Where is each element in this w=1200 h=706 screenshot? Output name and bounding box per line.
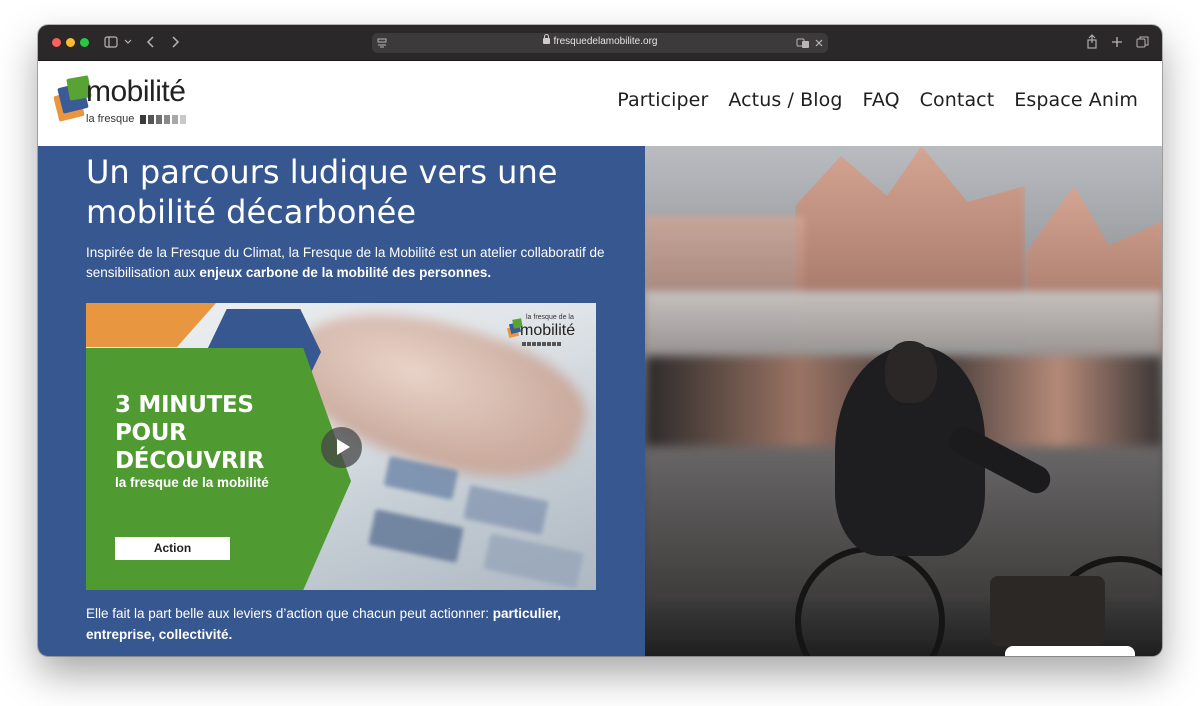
back-icon[interactable] [146,34,156,50]
logo-wordmark: mobilité [86,75,186,108]
chevron-down-icon[interactable] [124,34,132,50]
hero-intro: Inspirée de la Fresque du Climat, la Fre… [86,243,606,283]
video-logo-bar [542,342,546,346]
logo-bar [148,115,154,124]
video-title: 3 MINUTES POUR DÉCOUVRIR [115,391,264,475]
logo-bar [140,115,146,124]
logo-bars [140,115,186,124]
zoom-window-button[interactable] [80,38,89,47]
hero-photo-cyclist [645,146,1162,656]
video-title-line: POUR [115,420,187,446]
url-label: fresquedelamobilite.org [553,36,658,47]
video-logo-bar [527,342,531,346]
video-title-line: 3 MINUTES [115,392,254,418]
video-subtitle: la fresque de la mobilité [115,475,269,490]
url-text: fresquedelamobilite.org [372,34,828,47]
video-logo-bar [547,342,551,346]
tab-overview-icon[interactable] [1136,34,1149,50]
video-logo-bar [552,342,556,346]
action-button[interactable]: Action [115,537,230,560]
play-icon[interactable] [321,427,362,468]
video-logo-bars [522,342,561,346]
logo-subtitle: la fresque [86,113,135,125]
logo-bar [180,115,186,124]
translate-icon[interactable] [796,35,810,51]
browser-window: fresquedelamobilite.org mobilité la fres… [38,25,1162,656]
logo-bar [156,115,162,124]
hero-footer-text: Elle fait la part belle aux leviers d’ac… [86,603,606,645]
site-logo[interactable]: mobilité la fresque [53,75,214,131]
video-logo-bar [532,342,536,346]
logo-bar [164,115,170,124]
nav-faq[interactable]: FAQ [863,89,900,111]
photo-bike-bag [990,576,1105,646]
video-title-line: DÉCOUVRIR [115,448,264,474]
main-nav: Participer Actus / Blog FAQ Contact Espa… [617,89,1138,111]
new-tab-icon[interactable] [1111,34,1123,50]
video-logo-word: mobilité [520,322,576,339]
hero-footer-plain: Elle fait la part belle aux leviers d’ac… [86,606,493,621]
close-window-button[interactable] [52,38,61,47]
hero-text-panel: Un parcours ludique vers une mobilité dé… [38,146,645,656]
hero-section: Un parcours ludique vers une mobilité dé… [38,146,1162,656]
share-icon[interactable] [1086,34,1098,50]
browser-toolbar: fresquedelamobilite.org [38,25,1162,61]
nav-espace-anim[interactable]: Espace Anim [1014,89,1138,111]
lock-icon [542,34,550,44]
logo-bar [172,115,178,124]
close-icon[interactable] [814,35,824,51]
hero-intro-emphasis: enjeux carbone de la mobilité des person… [199,265,492,280]
floating-card-edge[interactable] [1005,646,1135,656]
video-player[interactable]: 3 MINUTES POUR DÉCOUVRIR la fresque de l… [86,303,596,590]
video-logo-bar [537,342,541,346]
forward-icon[interactable] [170,34,180,50]
minimize-window-button[interactable] [66,38,75,47]
site-header: mobilité la fresque Participer Actus / B… [38,61,1162,146]
hero-title: Un parcours ludique vers une mobilité dé… [86,153,558,231]
video-logo: la fresque de la mobilité [504,313,590,349]
nav-contact[interactable]: Contact [920,89,995,111]
video-logo-bar [557,342,561,346]
video-logo-top: la fresque de la [526,314,574,321]
sidebar-toggle-icon[interactable] [104,34,118,50]
nav-actus-blog[interactable]: Actus / Blog [728,89,842,111]
address-bar[interactable]: fresquedelamobilite.org [372,33,828,53]
photo-cyclist-head [885,341,937,403]
nav-participer[interactable]: Participer [617,89,708,111]
video-logo-bar [522,342,526,346]
